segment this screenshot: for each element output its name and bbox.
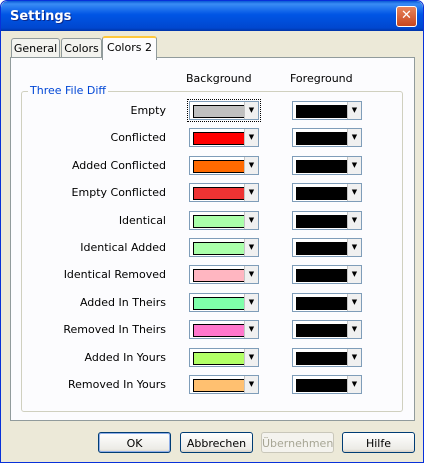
background-color-select[interactable]: ▼ — [189, 183, 259, 203]
row-label: Empty — [130, 104, 166, 117]
title-bar[interactable]: Settings ✕ — [1, 1, 423, 31]
row-label: Identical Removed — [63, 268, 166, 282]
foreground-color-swatch — [296, 351, 350, 365]
dropdown-arrow-icon[interactable]: ▼ — [347, 321, 361, 339]
tab-colors-2[interactable]: Colors 2 — [102, 36, 157, 60]
background-color-select[interactable]: ▼ — [189, 265, 259, 285]
background-color-select[interactable]: ▼ — [187, 99, 261, 122]
dropdown-arrow-icon[interactable]: ▼ — [244, 184, 258, 202]
background-color-select[interactable]: ▼ — [189, 155, 259, 175]
background-color-swatch — [193, 187, 247, 201]
background-color-swatch — [193, 296, 247, 310]
foreground-color-select[interactable]: ▼ — [292, 101, 362, 120]
dropdown-arrow-icon[interactable]: ▼ — [347, 376, 361, 393]
dropdown-arrow-icon[interactable]: ▼ — [244, 321, 258, 339]
dropdown-arrow-icon[interactable]: ▼ — [244, 348, 258, 366]
row-label: Identical — [118, 213, 166, 227]
close-icon: ✕ — [401, 8, 412, 23]
dropdown-arrow-icon[interactable]: ▼ — [244, 239, 258, 256]
foreground-color-select[interactable]: ▼ — [292, 210, 362, 230]
background-color-swatch — [193, 324, 247, 338]
background-color-swatch — [193, 159, 247, 173]
row-label: Identical Added — [80, 241, 166, 254]
row-label: Added In Theirs — [79, 295, 166, 309]
foreground-color-swatch — [296, 105, 350, 118]
dropdown-arrow-icon[interactable]: ▼ — [244, 156, 258, 174]
background-color-swatch — [193, 269, 247, 283]
background-column-header: Background — [186, 72, 252, 85]
foreground-color-swatch — [296, 242, 350, 255]
dropdown-arrow-icon[interactable]: ▼ — [347, 156, 361, 174]
foreground-column-header: Foreground — [290, 72, 353, 85]
ok-button[interactable]: OK — [98, 432, 171, 453]
foreground-color-select[interactable]: ▼ — [292, 347, 362, 367]
dropdown-arrow-icon[interactable]: ▼ — [347, 266, 361, 284]
row-label: Empty Conflicted — [71, 186, 166, 200]
foreground-color-select[interactable]: ▼ — [292, 155, 362, 175]
background-color-swatch — [193, 379, 247, 392]
dropdown-arrow-icon[interactable]: ▼ — [347, 211, 361, 229]
background-color-select[interactable]: ▼ — [189, 210, 259, 230]
background-color-select[interactable]: ▼ — [189, 347, 259, 367]
foreground-color-swatch — [296, 214, 350, 228]
foreground-color-swatch — [296, 379, 350, 392]
help-button[interactable]: Hilfe — [342, 432, 415, 453]
foreground-color-swatch — [296, 296, 350, 310]
background-color-select[interactable]: ▼ — [189, 128, 259, 148]
dropdown-arrow-icon[interactable]: ▼ — [347, 184, 361, 202]
foreground-color-select[interactable]: ▼ — [292, 375, 362, 394]
row-label: Added Conflicted — [71, 158, 166, 172]
tab-general[interactable]: General — [11, 38, 60, 58]
apply-button: Übernehmen — [261, 432, 334, 453]
row-label: Removed In Theirs — [63, 323, 166, 337]
group-title: Three File Diff — [28, 84, 109, 97]
dropdown-arrow-icon[interactable]: ▼ — [347, 293, 361, 311]
background-color-select[interactable]: ▼ — [189, 320, 259, 340]
background-color-swatch — [193, 242, 247, 255]
foreground-color-select[interactable]: ▼ — [292, 320, 362, 340]
foreground-color-select[interactable]: ▼ — [292, 183, 362, 203]
row-label: Removed In Yours — [67, 378, 166, 391]
settings-dialog: Settings ✕ General Colors Colors 2 Backg… — [0, 0, 424, 463]
foreground-color-select[interactable]: ▼ — [292, 292, 362, 312]
tab-colors[interactable]: Colors — [61, 38, 102, 58]
background-color-select[interactable]: ▼ — [189, 375, 259, 394]
row-label: Added In Yours — [84, 350, 166, 364]
background-color-swatch — [193, 105, 247, 118]
cancel-button[interactable]: Abbrechen — [180, 432, 253, 453]
dropdown-arrow-icon[interactable]: ▼ — [347, 102, 361, 119]
row-label: Conflicted — [110, 131, 166, 145]
foreground-color-swatch — [296, 159, 350, 173]
background-color-swatch — [193, 351, 247, 365]
background-color-swatch — [193, 132, 247, 146]
dropdown-arrow-icon[interactable]: ▼ — [244, 129, 258, 147]
background-color-swatch — [193, 214, 247, 228]
foreground-color-swatch — [296, 269, 350, 283]
dropdown-arrow-icon[interactable]: ▼ — [244, 266, 258, 284]
window-title: Settings — [10, 9, 72, 24]
foreground-color-select[interactable]: ▼ — [292, 128, 362, 148]
foreground-color-select[interactable]: ▼ — [292, 238, 362, 257]
foreground-color-select[interactable]: ▼ — [292, 265, 362, 285]
foreground-color-swatch — [296, 132, 350, 146]
dropdown-arrow-icon[interactable]: ▼ — [244, 211, 258, 229]
dropdown-arrow-icon[interactable]: ▼ — [347, 239, 361, 256]
colors-2-panel: Background Foreground Three File Diff Em… — [10, 57, 415, 421]
dropdown-arrow-icon[interactable]: ▼ — [244, 376, 258, 393]
background-color-select[interactable]: ▼ — [189, 292, 259, 312]
dropdown-arrow-icon[interactable]: ▼ — [244, 102, 258, 119]
foreground-color-swatch — [296, 187, 350, 201]
close-button[interactable]: ✕ — [396, 6, 417, 27]
dropdown-arrow-icon[interactable]: ▼ — [244, 293, 258, 311]
foreground-color-swatch — [296, 324, 350, 338]
dropdown-arrow-icon[interactable]: ▼ — [347, 348, 361, 366]
background-color-select[interactable]: ▼ — [189, 238, 259, 257]
dropdown-arrow-icon[interactable]: ▼ — [347, 129, 361, 147]
